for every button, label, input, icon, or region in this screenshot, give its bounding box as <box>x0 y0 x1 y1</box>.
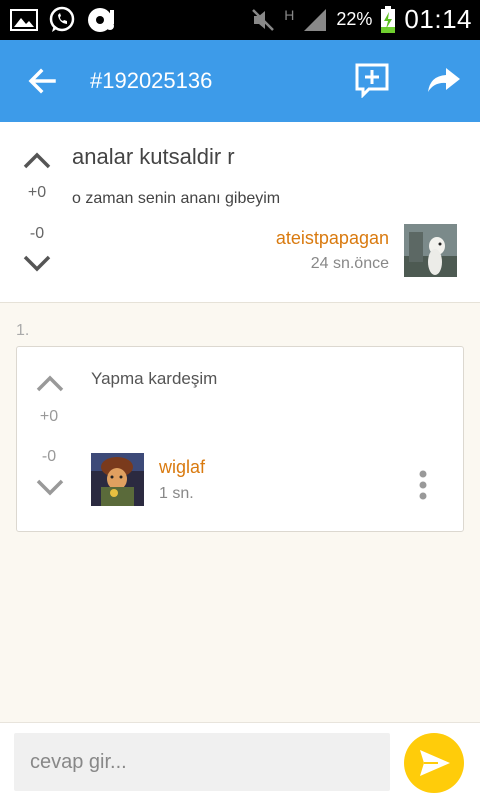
post-card: +0 -0 analar kutsaldir r o zaman senin a… <box>0 122 480 303</box>
downvote-chevron-icon[interactable] <box>35 478 65 498</box>
add-comment-icon[interactable] <box>354 62 390 98</box>
music-disc-icon <box>88 8 114 32</box>
comment-timestamp: 1 sn. <box>159 485 194 502</box>
post-upvote-count: +0 <box>27 184 47 201</box>
app-bar: #192025136 <box>0 40 480 122</box>
avatar[interactable] <box>404 224 457 277</box>
post-title: analar kutsaldir r <box>72 144 235 169</box>
gallery-icon <box>10 9 38 31</box>
status-bar: H 22% 01:14 <box>0 0 480 40</box>
comment-text: Yapma kardeşim <box>91 369 218 388</box>
status-notifications <box>10 6 118 34</box>
avatar[interactable] <box>91 453 144 506</box>
status-system: H 22% 01:14 <box>250 4 472 35</box>
clock: 01:14 <box>404 4 472 34</box>
comment-downvote-count: -0 <box>41 448 57 465</box>
mute-icon <box>252 8 275 31</box>
signal-icon <box>304 8 327 31</box>
more-vertical-icon[interactable] <box>413 469 433 501</box>
send-icon <box>420 750 450 776</box>
upvote-chevron-icon[interactable] <box>22 150 52 170</box>
reply-input[interactable] <box>14 733 390 791</box>
post-body: o zaman senin ananı gibeyim <box>72 190 281 207</box>
comment-upvote-count: +0 <box>39 408 59 425</box>
reply-composer <box>0 722 480 801</box>
post-timestamp: 24 sn.önce <box>310 255 389 272</box>
whatsapp-icon <box>49 6 75 32</box>
back-arrow-icon[interactable] <box>26 65 58 97</box>
comment-card: +0 -0 Yapma kardeşim wiglaf 1 sn. <box>16 346 464 532</box>
post-downvote-count: -0 <box>29 225 45 242</box>
comment-author[interactable]: wiglaf <box>159 457 205 478</box>
send-button[interactable] <box>404 733 464 793</box>
comment-number: 1. <box>16 322 30 339</box>
upvote-chevron-icon[interactable] <box>35 373 65 393</box>
share-icon[interactable] <box>426 64 462 96</box>
battery-charging-icon <box>381 5 396 33</box>
downvote-chevron-icon[interactable] <box>22 254 52 274</box>
network-type: H <box>284 6 295 23</box>
post-author[interactable]: ateistpapagan <box>276 228 389 249</box>
page-title: #192025136 <box>90 68 213 93</box>
battery-percentage: 22% <box>336 9 373 29</box>
